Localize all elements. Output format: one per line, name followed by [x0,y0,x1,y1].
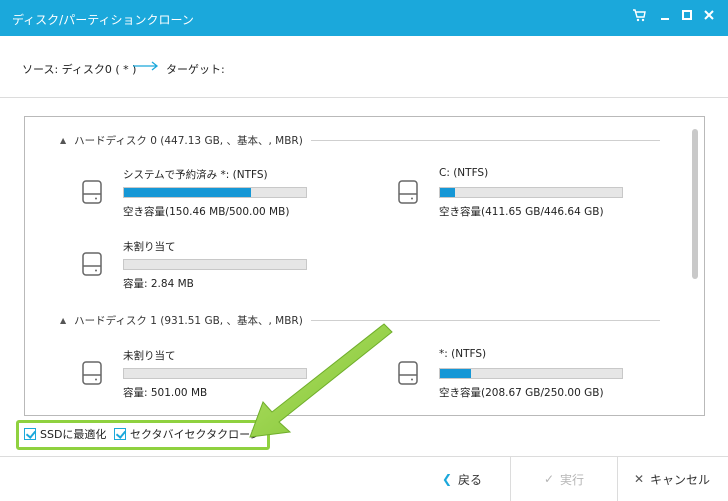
partition-capacity: 容量: 501.00 MB [123,387,208,399]
hard-drive-icon [82,361,102,385]
partition-name: *: (NTFS) [439,348,487,360]
disk-0-header-label: ハードディスク 0 (447.13 GB, 、基本、, MBR) [74,134,303,147]
usage-bar [439,187,623,198]
minimize-icon[interactable] [656,9,674,27]
divider [310,319,660,321]
cart-icon[interactable] [630,9,648,27]
clone-path-bar: ソース: ディスク0 ( * ) ターゲット: [0,36,728,98]
source-disk-label: ソース: ディスク0 ( * ) [22,63,137,76]
execute-button-label: 実行 [560,472,585,487]
usage-bar-fill [124,188,252,197]
window-title: ディスク/パーティションクローン [12,13,194,27]
usage-bar-fill [440,369,471,378]
partition-item[interactable]: *: (NTFS) 空き容量(208.67 GB/250.00 GB) [397,348,657,408]
disk-header[interactable]: ▲ ハードディスク 1 (931.51 GB, 、基本、, MBR) [60,313,660,327]
annotation-highlight-box [16,420,270,450]
partition-name: 未割り当て [123,241,176,253]
partition-capacity: 空き容量(411.65 GB/446.64 GB) [439,206,604,218]
disk-1-header-label: ハードディスク 1 (931.51 GB, 、基本、, MBR) [74,314,303,327]
usage-bar-fill [440,188,455,197]
disk-list-panel[interactable]: ▲ ハードディスク 0 (447.13 GB, 、基本、, MBR) システムで… [24,116,705,416]
close-icon[interactable] [700,9,718,27]
collapse-triangle-icon[interactable]: ▲ [60,136,66,145]
chevron-left-icon: ❮ [441,472,453,486]
partition-item[interactable]: 未割り当て 容量: 2.84 MB [81,239,341,299]
partition-name: システムで予約済み *: (NTFS) [123,169,268,181]
partition-name: 未割り当て [123,350,176,362]
hard-drive-icon [82,252,102,276]
vertical-scrollbar[interactable] [692,129,698,279]
execute-button[interactable]: ✓ 実行 [511,457,617,501]
hard-drive-icon [398,361,418,385]
partition-capacity: 容量: 2.84 MB [123,278,194,290]
hard-drive-icon [398,180,418,204]
hard-drive-icon [82,180,102,204]
partition-capacity: 空き容量(208.67 GB/250.00 GB) [439,387,604,399]
back-button[interactable]: ❮ 戻る [414,457,510,501]
close-icon: ✕ [633,472,645,486]
usage-bar [439,368,623,379]
usage-bar [123,368,307,379]
usage-bar [123,259,307,270]
cancel-button-label: キャンセル [650,472,711,487]
partition-name: C: (NTFS) [439,167,489,179]
cancel-button[interactable]: ✕ キャンセル [618,457,726,501]
footer-bar: ❮ 戻る ✓ 実行 ✕ キャンセル [0,456,728,501]
partition-capacity: 空き容量(150.46 MB/500.00 MB) [123,206,290,218]
partition-item[interactable]: システムで予約済み *: (NTFS) 空き容量(150.46 MB/500.0… [81,167,341,227]
checkmark-icon: ✓ [543,472,555,486]
back-button-label: 戻る [458,472,483,487]
disk-header[interactable]: ▲ ハードディスク 0 (447.13 GB, 、基本、, MBR) [60,133,660,147]
collapse-triangle-icon[interactable]: ▲ [60,316,66,325]
partition-item[interactable]: 未割り当て 容量: 501.00 MB [81,348,341,408]
divider [310,139,660,141]
target-disk-label: ターゲット: [166,63,225,76]
usage-bar [123,187,307,198]
maximize-icon[interactable] [678,9,696,27]
title-bar: ディスク/パーティションクローン [0,0,728,36]
arrow-right-icon [133,61,159,71]
partition-item[interactable]: C: (NTFS) 空き容量(411.65 GB/446.64 GB) [397,167,657,227]
